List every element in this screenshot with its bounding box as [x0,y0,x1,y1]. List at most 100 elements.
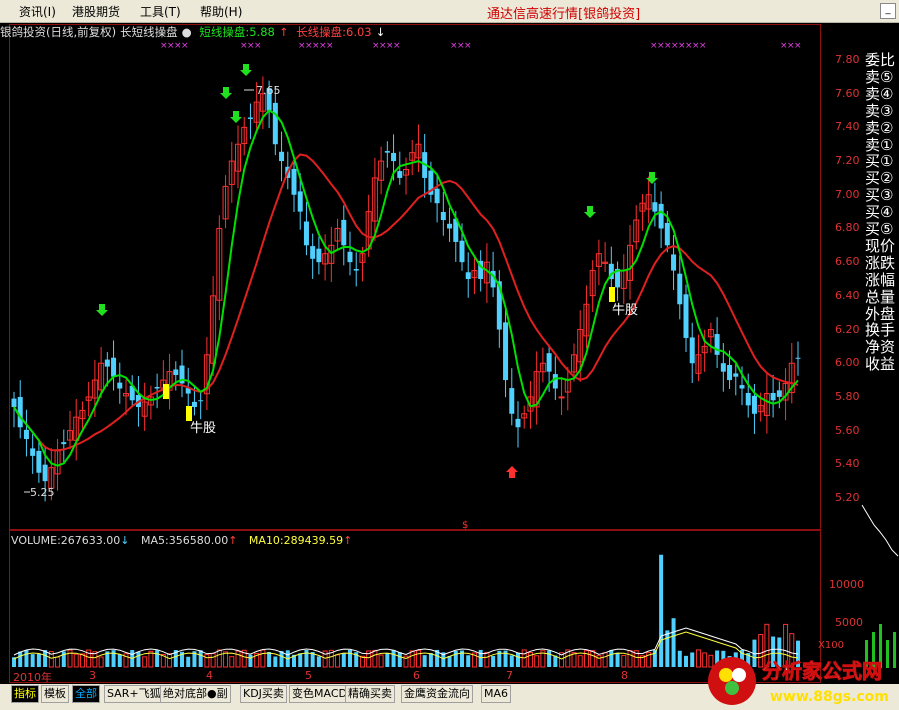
candle-body [745,393,751,406]
signal-x-marker: × [794,41,802,51]
candle-body [303,221,309,246]
tab-macd[interactable]: 变色MACD [289,685,350,703]
red-buy-arrow [506,466,518,478]
green-sell-arrow [230,111,242,123]
candle-body [198,400,204,402]
green-sell-arrow [584,206,596,218]
tab-template[interactable]: 模板 [41,685,69,703]
quote-label: 外盘 [865,304,896,323]
candle-body [664,223,670,246]
green-sell-arrow [96,304,108,316]
tab-all[interactable]: 全部 [72,685,100,703]
price-tick: 7.80 [835,53,860,66]
tab-kdj[interactable]: KDJ买卖 [240,685,287,703]
volume-bar [198,650,203,667]
signal-x-marker: × [393,41,401,51]
date-tick: 7 [506,669,513,682]
tab-indicator[interactable]: 指标 [11,685,39,703]
signal-x-marker: × [254,41,262,51]
volume-bar [509,655,514,667]
volume-bar [142,656,148,668]
candle-body [677,273,683,305]
volume-bar [18,651,23,667]
price-tick: 5.60 [835,423,860,437]
volume-bar [186,656,191,667]
volume-bar [372,649,378,668]
price-tick: 7.00 [835,187,860,201]
watermark-logo: 分析家公式网 www.88gs.com [708,657,889,705]
volume-bar [55,656,61,668]
quote-label: 换手 [865,321,896,340]
price-tick: 7.60 [835,86,860,100]
volume-bar [335,654,341,668]
price-tick: 7.20 [835,154,860,168]
volume-bar [298,653,303,667]
volume-bar [453,650,458,667]
tab-ma6[interactable]: MA6 [481,685,512,703]
candle-body [30,448,36,456]
candle-body [42,464,48,482]
candle-body [552,374,558,389]
volume-title: VOLUME:267633.00↓ MA5:356580.00↑ MA10:28… [11,534,352,547]
tab-sar-feihu[interactable]: SAR+飞狐 [104,685,164,703]
volume-bar [534,655,540,668]
tab-eagle-fund-flow[interactable]: 金鹰资金流向 [401,685,473,703]
candle-body [272,102,278,145]
candle-body [770,392,776,401]
volume-bar [216,649,222,668]
volume-bar [466,655,471,667]
signal-x-marker: × [181,41,189,51]
signal-x-marker: × [699,41,707,51]
niu-stock-label-2: 牛股 [612,303,639,318]
candle-body [546,353,552,372]
volume-bar [248,654,253,667]
candle-body [714,334,720,355]
price-tick: 6.60 [835,255,860,269]
candle-body [23,429,29,440]
volume-bar [609,649,614,667]
volume-bar [204,654,210,668]
volume-bar [341,653,346,667]
candle-body [503,322,509,381]
candle-body [36,450,42,473]
volume-bar [260,649,266,668]
candle-body [776,390,782,397]
quote-label: 买③ [865,186,894,205]
volume-bar [36,654,41,667]
volume-bar [478,649,483,667]
volume-bar [409,650,415,668]
volume-bar [491,655,496,667]
volume-bar [621,655,627,668]
high-price-label: 7.65 [256,84,281,97]
ma10-value: MA10:289439.59 [248,534,344,547]
candle-body [465,272,471,279]
volume-bar [279,651,284,667]
tab-precise-buy-sell[interactable]: 精确买卖 [345,685,395,703]
candle-body [347,251,353,263]
volume-bar [24,650,29,667]
volume-bar [316,656,321,667]
price-tick: 5.40 [835,457,860,471]
volume-axis-5000: 5000 [835,616,863,629]
signal-x-marker: × [464,41,472,51]
price-chart[interactable]: × × × × × × × × × × × × × × × × × × × × × × × × × × × × × ×$ [0,0,899,710]
quote-label: 净资 [865,338,896,357]
quote-label: 卖④ [865,84,894,103]
volume-bar [273,656,278,667]
tab-absolute-bottom[interactable]: 绝对底部●副 [160,685,231,703]
candle-body [795,357,801,359]
volume-bar [167,653,173,668]
volume-bar [136,651,141,667]
candle-body [727,364,733,381]
volume-bar [695,649,701,668]
watermark-line1: 分析家公式网 [762,659,882,683]
green-sell-arrow [220,87,232,99]
volume-bar [684,655,688,667]
date-tick: 5 [305,669,312,682]
price-tick: 5.20 [835,491,860,504]
price-tick: 6.00 [835,356,860,370]
price-tick: 6.20 [835,322,860,336]
quote-label: 涨幅 [865,270,896,289]
candle-body [154,386,160,389]
quote-label: 收益 [865,355,896,374]
